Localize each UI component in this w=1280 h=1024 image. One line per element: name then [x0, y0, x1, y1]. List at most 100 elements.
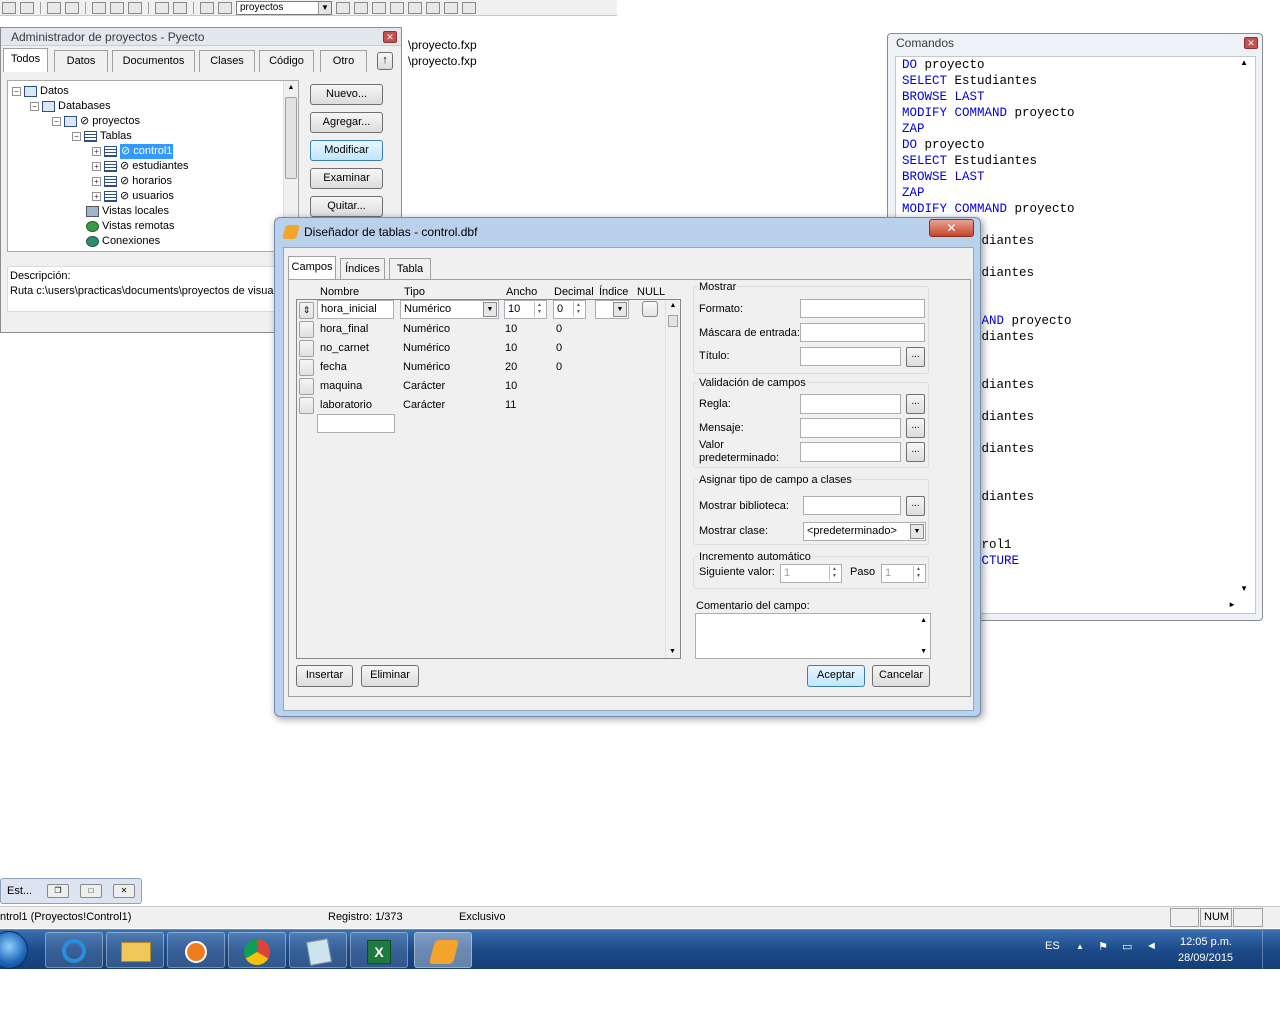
paste-icon[interactable]: [128, 1, 142, 14]
field-width-cell[interactable]: 20: [505, 359, 517, 376]
run-icon[interactable]: [200, 1, 214, 14]
scroll-right-icon[interactable]: ►: [1228, 600, 1236, 609]
taskbar-media[interactable]: [167, 932, 225, 968]
scroll-thumb[interactable]: [285, 97, 297, 179]
taskbar-ie[interactable]: [45, 932, 103, 968]
autoform-icon[interactable]: [426, 1, 440, 14]
agregar-button[interactable]: Agregar...: [310, 112, 383, 133]
redo-icon[interactable]: [173, 1, 187, 14]
tab-datos[interactable]: Datos: [54, 50, 108, 72]
field-type-select[interactable]: Numérico ▼: [400, 300, 499, 319]
show-desktop-button[interactable]: [1262, 930, 1280, 970]
cut-icon[interactable]: [92, 1, 106, 14]
scroll-up-icon[interactable]: ▲: [284, 84, 298, 91]
field-decimal-cell[interactable]: 0: [556, 359, 562, 376]
dialog-titlebar[interactable]: Diseñador de tablas - control.dbf ✕: [275, 218, 980, 246]
new-field-input[interactable]: [317, 414, 395, 433]
volume-icon[interactable]: ◄: [1146, 940, 1157, 952]
tree-item-proyectos[interactable]: − ⊘ proyectos: [52, 114, 140, 129]
valor-builder-button[interactable]: ...: [906, 442, 925, 462]
tree-item-vistas-locales[interactable]: Vistas locales: [86, 204, 169, 219]
field-type-cell[interactable]: Numérico: [403, 321, 450, 338]
collapse-icon[interactable]: −: [52, 117, 61, 126]
titulo-builder-button[interactable]: ...: [906, 347, 925, 367]
regla-builder-button[interactable]: ...: [906, 394, 925, 414]
taskbar-excel[interactable]: X: [350, 932, 408, 968]
close-icon[interactable]: ✕: [383, 31, 397, 43]
field-decimal-cell[interactable]: 0: [556, 340, 562, 357]
tree-item-vistas-remotas[interactable]: Vistas remotas: [86, 219, 175, 234]
tab-clases[interactable]: Clases: [199, 50, 255, 72]
row-move-handle[interactable]: [299, 340, 314, 357]
taskbar-notes[interactable]: [289, 932, 347, 968]
open-icon[interactable]: [2, 1, 16, 14]
expand-icon[interactable]: +: [92, 192, 101, 201]
field-width-cell[interactable]: 10: [505, 378, 517, 395]
siguiente-spinner[interactable]: 1 ▲ ▼: [780, 564, 842, 583]
insertar-button[interactable]: Insertar: [296, 665, 353, 687]
field-width-spinner[interactable]: 10 ▲ ▼: [504, 300, 547, 319]
field-width-cell[interactable]: 10: [505, 321, 517, 338]
tree-item-control1[interactable]: + ⊘ control1: [92, 144, 174, 159]
action-center-icon[interactable]: ⚑: [1098, 940, 1108, 953]
commands-titlebar[interactable]: Comandos ✕: [888, 34, 1262, 52]
taskbar-explorer[interactable]: [106, 932, 164, 968]
builder-icon[interactable]: [408, 1, 422, 14]
scroll-thumb[interactable]: [668, 315, 678, 327]
tree-item-tablas[interactable]: − Tablas: [72, 129, 132, 144]
collapse-icon[interactable]: −: [72, 132, 81, 141]
spinner-arrows-icon[interactable]: ▲ ▼: [534, 302, 544, 317]
field-decimal-spinner[interactable]: 0 ▲ ▼: [553, 300, 586, 319]
tab-otro[interactable]: Otro: [320, 50, 367, 72]
print-preview-icon[interactable]: [65, 1, 79, 14]
close-tool-icon[interactable]: [462, 1, 476, 14]
nuevo-button[interactable]: Nuevo...: [310, 84, 383, 105]
field-name-cell[interactable]: laboratorio: [320, 397, 372, 414]
scroll-up-icon[interactable]: ▲: [920, 617, 927, 624]
print-icon[interactable]: [47, 1, 61, 14]
data-session-icon[interactable]: [354, 1, 368, 14]
spinner-arrows-icon[interactable]: ▲ ▼: [913, 566, 923, 581]
field-name-cell[interactable]: fecha: [320, 359, 347, 376]
examinar-button[interactable]: Examinar: [310, 168, 383, 189]
mascara-input[interactable]: [800, 323, 925, 342]
database-combo[interactable]: proyectos ▼: [236, 0, 332, 15]
clock-time[interactable]: 12:05 p.m.: [1180, 936, 1232, 948]
tree-item-horarios[interactable]: + ⊘ horarios: [92, 174, 172, 189]
autoreport-icon[interactable]: [444, 1, 458, 14]
tab-tabla[interactable]: Tabla: [389, 258, 431, 280]
row-move-handle[interactable]: [299, 397, 314, 414]
modify-form-icon[interactable]: [218, 1, 232, 14]
undo-icon[interactable]: [155, 1, 169, 14]
restore-icon[interactable]: ❐: [47, 884, 69, 898]
tree-item-datos[interactable]: − Datos: [12, 84, 69, 99]
field-type-cell[interactable]: Carácter: [403, 378, 445, 395]
scroll-down-icon[interactable]: ▼: [920, 648, 927, 655]
tab-campos[interactable]: Campos: [288, 256, 336, 280]
field-name-input[interactable]: hora_inicial: [317, 300, 394, 319]
tree-item-estudiantes[interactable]: + ⊘ estudiantes: [92, 159, 189, 174]
expand-icon[interactable]: +: [92, 147, 101, 156]
quitar-button[interactable]: Quitar...: [310, 196, 383, 217]
biblioteca-builder-button[interactable]: ...: [906, 496, 925, 516]
paso-spinner[interactable]: 1 ▲ ▼: [881, 564, 926, 583]
database-designer-icon[interactable]: [372, 1, 386, 14]
start-button[interactable]: [0, 931, 28, 969]
close-icon[interactable]: ✕: [929, 219, 974, 237]
tree-item-databases[interactable]: − Databases: [30, 99, 111, 114]
field-null-checkbox[interactable]: [642, 301, 658, 317]
eliminar-button[interactable]: Eliminar: [361, 665, 419, 687]
collapse-icon[interactable]: −: [12, 87, 21, 96]
expand-icon[interactable]: +: [92, 177, 101, 186]
field-width-cell[interactable]: 11: [505, 397, 516, 414]
valor-predeterminado-input[interactable]: [800, 442, 901, 462]
clase-select[interactable]: <predeterminado> ▼: [803, 522, 926, 541]
close-icon[interactable]: ✕: [113, 884, 135, 898]
scroll-up-icon[interactable]: ▲: [666, 302, 680, 309]
mensaje-builder-button[interactable]: ...: [906, 418, 925, 438]
command-window-icon[interactable]: [336, 1, 350, 14]
project-tree[interactable]: − Datos − Databases − ⊘ proyectos − Tablas +…: [7, 80, 299, 252]
tree-item-usuarios[interactable]: + ⊘ usuarios: [92, 189, 174, 204]
chevron-down-icon[interactable]: ▼: [910, 524, 924, 539]
expand-icon[interactable]: +: [92, 162, 101, 171]
